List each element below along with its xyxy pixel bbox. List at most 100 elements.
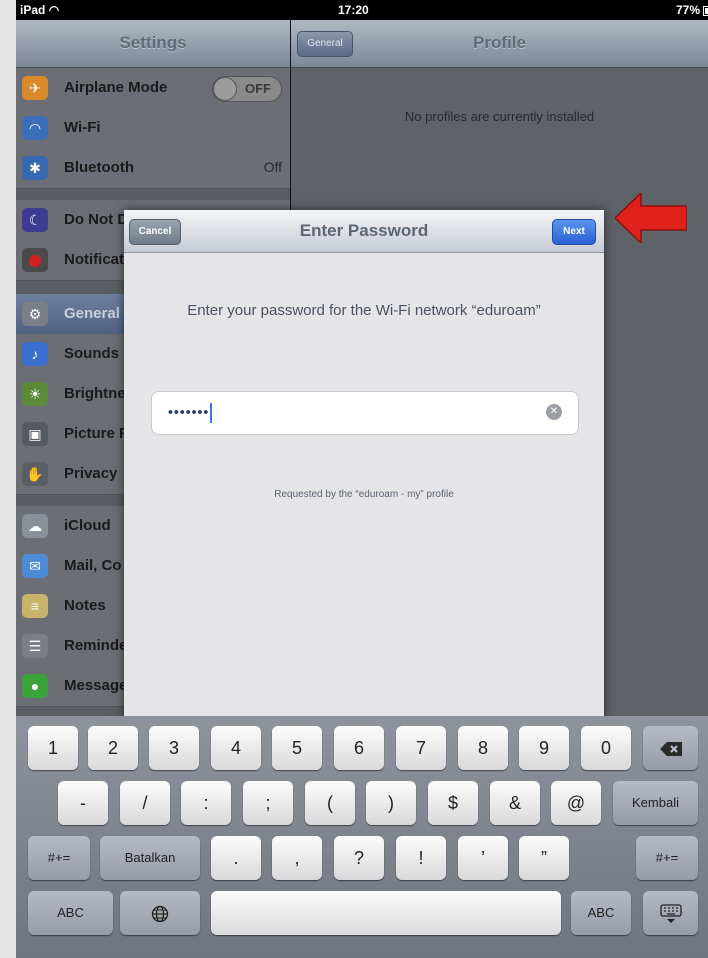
sidebar-item-wifi[interactable]: ◠ Wi-Fi xyxy=(16,108,290,149)
clear-icon[interactable]: ✕ xyxy=(546,404,562,420)
text-cursor xyxy=(210,403,213,423)
device-name: iPad xyxy=(20,3,46,17)
key-2[interactable]: 2 xyxy=(88,726,138,770)
key-quote[interactable]: ” xyxy=(519,836,569,880)
key-semicolon[interactable]: ; xyxy=(243,781,293,825)
key-0[interactable]: 0 xyxy=(581,726,631,770)
airplane-icon: ✈ xyxy=(22,76,48,100)
symbols-key-right[interactable]: #+= xyxy=(636,836,698,880)
clock: 17:20 xyxy=(338,3,369,17)
key-comma[interactable]: , xyxy=(272,836,322,880)
key-slash[interactable]: / xyxy=(120,781,170,825)
notes-icon: ≡ xyxy=(22,594,48,618)
sidebar-item-label: Message xyxy=(64,677,128,694)
abc-key-left[interactable]: ABC xyxy=(28,891,113,935)
wifi-icon: ◠ xyxy=(22,116,48,140)
sidebar-item-label: Mail, Co xyxy=(64,557,122,574)
red-arrow-annotation xyxy=(615,193,687,243)
key-close-paren[interactable]: ) xyxy=(366,781,416,825)
key-4[interactable]: 4 xyxy=(211,726,261,770)
key-3[interactable]: 3 xyxy=(149,726,199,770)
hide-keyboard-icon xyxy=(659,904,682,924)
toggle-state: OFF xyxy=(245,81,271,96)
hand-icon: ✋ xyxy=(22,462,48,486)
password-prompt: Enter your password for the Wi-Fi networ… xyxy=(187,302,541,319)
password-field[interactable]: ••••••• ✕ xyxy=(151,391,579,435)
password-dialog: Cancel Enter Password Next Enter your pa… xyxy=(124,210,604,720)
key-open-paren[interactable]: ( xyxy=(305,781,355,825)
sidebar-item-label: Notificat xyxy=(64,251,124,268)
profile-title: Profile xyxy=(473,33,526,52)
airplane-mode-toggle[interactable]: OFF xyxy=(212,76,282,102)
return-key[interactable]: Kembali xyxy=(613,781,698,825)
sidebar-item-label: General xyxy=(64,305,120,322)
toggle-knob xyxy=(213,77,237,101)
reminders-icon: ☰ xyxy=(22,634,48,658)
sidebar-item-label: Privacy xyxy=(64,465,118,482)
key-colon[interactable]: : xyxy=(181,781,231,825)
key-exclamation[interactable]: ! xyxy=(396,836,446,880)
gear-icon: ⚙ xyxy=(22,302,48,326)
abc-key-right[interactable]: ABC xyxy=(571,891,631,935)
sidebar-item-label: Picture F xyxy=(64,425,129,442)
sidebar-item-label: Sounds xyxy=(64,345,119,362)
sidebar-item-bluetooth[interactable]: ✱ Bluetooth Off xyxy=(16,148,290,189)
sidebar-item-airplane-mode[interactable]: ✈ Airplane Mode OFF xyxy=(16,68,290,109)
sidebar-item-label: Brightne xyxy=(64,385,126,402)
ipad-screen: iPad ◠ 17:20 77% Settings General Profil… xyxy=(16,0,708,958)
sidebar-item-label: Do Not D xyxy=(64,211,129,228)
key-5[interactable]: 5 xyxy=(272,726,322,770)
no-profiles-text: No profiles are currently installed xyxy=(404,109,595,124)
space-key[interactable] xyxy=(211,891,561,935)
key-6[interactable]: 6 xyxy=(334,726,384,770)
sidebar-item-label: Bluetooth xyxy=(64,159,134,176)
key-question[interactable]: ? xyxy=(334,836,384,880)
settings-title: Settings xyxy=(119,33,187,52)
hide-keyboard-key[interactable] xyxy=(643,891,698,935)
next-button[interactable]: Next xyxy=(552,219,596,245)
red-dot-icon xyxy=(29,255,41,268)
moon-icon: ☾ xyxy=(22,208,48,232)
picture-frame-icon: ▣ xyxy=(22,422,48,446)
keyboard: 1 2 3 4 5 6 7 8 9 0 - / : ; ( ) $ & @ Ke… xyxy=(16,716,708,958)
password-value: ••••••• xyxy=(168,403,210,420)
key-1[interactable]: 1 xyxy=(28,726,78,770)
key-dash[interactable]: - xyxy=(58,781,108,825)
bluetooth-value: Off xyxy=(263,159,282,175)
key-dollar[interactable]: $ xyxy=(428,781,478,825)
key-at[interactable]: @ xyxy=(551,781,601,825)
notifications-icon xyxy=(22,248,48,272)
password-dots: ••••••• xyxy=(168,403,213,423)
backspace-icon xyxy=(659,742,682,757)
battery-percent: 77% xyxy=(675,3,700,17)
sidebar-item-label: Airplane Mode xyxy=(64,79,168,96)
dialog-header: Cancel Enter Password Next xyxy=(124,210,604,253)
sidebar-item-label: Wi-Fi xyxy=(64,119,101,136)
globe-icon xyxy=(151,906,169,923)
cloud-icon: ☁ xyxy=(22,514,48,538)
requested-by-text: Requested by the “eduroam - my” profile xyxy=(274,489,454,500)
settings-navbar: Settings xyxy=(16,20,290,68)
mail-icon: ✉ xyxy=(22,554,48,578)
undo-key[interactable]: Batalkan xyxy=(100,836,200,880)
device-label: iPad ◠ xyxy=(20,3,59,17)
key-period[interactable]: . xyxy=(211,836,261,880)
key-7[interactable]: 7 xyxy=(396,726,446,770)
key-9[interactable]: 9 xyxy=(519,726,569,770)
bluetooth-icon: ✱ xyxy=(22,156,48,180)
key-apostrophe[interactable]: ’ xyxy=(458,836,508,880)
battery-icon xyxy=(703,6,708,16)
profile-navbar: General Profile xyxy=(291,20,708,68)
sidebar-item-label: Notes xyxy=(64,597,106,614)
backspace-key[interactable] xyxy=(643,726,698,770)
key-8[interactable]: 8 xyxy=(458,726,508,770)
speaker-icon: ♪ xyxy=(22,342,48,366)
sidebar-item-label: iCloud xyxy=(64,517,111,534)
brightness-icon: ☀ xyxy=(22,382,48,406)
battery-status: 77% xyxy=(675,3,708,17)
messages-icon: ● xyxy=(22,674,48,698)
symbols-key-left[interactable]: #+= xyxy=(28,836,90,880)
globe-key[interactable] xyxy=(120,891,200,935)
sidebar-item-label: Reminde xyxy=(64,637,128,654)
key-ampersand[interactable]: & xyxy=(490,781,540,825)
